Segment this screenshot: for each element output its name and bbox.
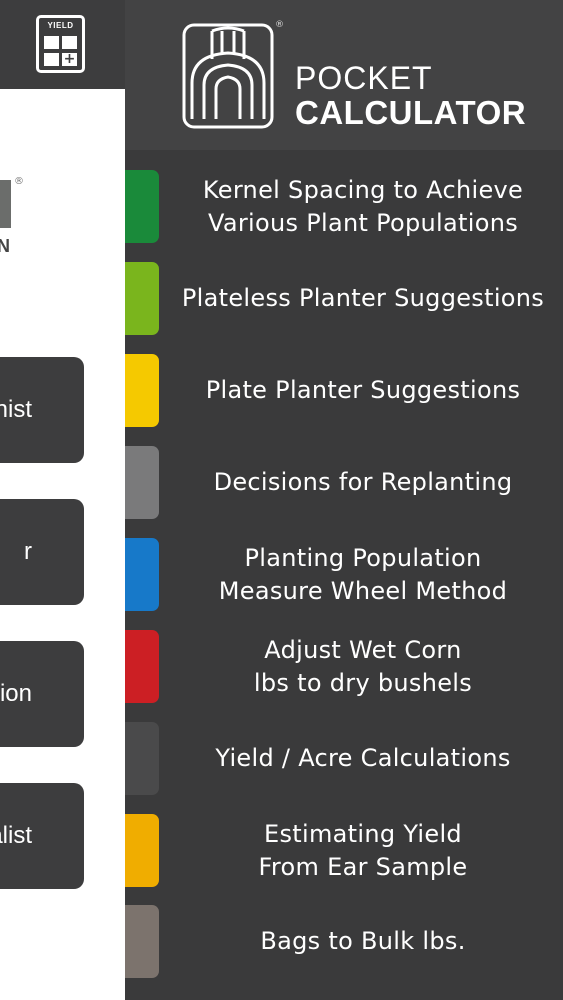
- menu-item[interactable]: Decisions for Replanting: [125, 446, 563, 519]
- menu-item-label: Plate Planter Suggestions: [181, 354, 545, 427]
- menu-item-label-line: Planting Population: [244, 543, 482, 572]
- menu-item[interactable]: Plateless Planter Suggestions: [125, 262, 563, 335]
- plus-icon: +: [63, 51, 76, 67]
- menu-item-label-line: lbs to dry bushels: [253, 668, 473, 697]
- contact-button-label: r: [24, 538, 32, 565]
- contact-button-4[interactable]: ialist: [0, 783, 84, 889]
- menu-item[interactable]: Bags to Bulk lbs.: [125, 905, 563, 978]
- menu-item-label: Adjust Wet Corn lbs to dry bushels: [181, 630, 545, 703]
- pocket-calculator-logo-icon: [182, 23, 274, 129]
- menu-item-label-line: Plate Planter Suggestions: [205, 376, 521, 404]
- menu-item[interactable]: Planting Population Measure Wheel Method: [125, 538, 563, 611]
- menu-color-tab: [125, 538, 159, 611]
- menu-item-label-line: Decisions for Replanting: [213, 468, 513, 496]
- contact-button-label: gion: [0, 680, 32, 707]
- menu-item-label-line: From Ear Sample: [258, 852, 468, 881]
- contact-button-1[interactable]: nist: [0, 357, 84, 463]
- registered-mark: ®: [14, 176, 24, 187]
- menu-item[interactable]: Kernel Spacing to Achieve Various Plant P…: [125, 170, 563, 243]
- app-title-line1: POCKET: [295, 60, 433, 96]
- drawer-header: ® POCKET CALCULATOR: [125, 0, 563, 150]
- menu-item-label-line: Kernel Spacing to Achieve: [202, 175, 524, 204]
- menu-item-label-line: Bags to Bulk lbs.: [260, 927, 466, 955]
- menu-color-tab: [125, 630, 159, 703]
- menu-item[interactable]: Plate Planter Suggestions: [125, 354, 563, 427]
- menu-item[interactable]: Estimating Yield From Ear Sample: [125, 814, 563, 887]
- menu-item-label: Decisions for Replanting: [181, 446, 545, 519]
- menu-color-tab: [125, 722, 159, 795]
- yield-icon-label: YIELD: [47, 21, 74, 30]
- menu-item-label-line: Adjust Wet Corn: [264, 635, 462, 664]
- menu-item-label: Yield / Acre Calculations: [181, 722, 545, 795]
- menu-item-label-line: Yield / Acre Calculations: [215, 744, 511, 772]
- main-panel: YIELD + ® N nist r gion ialist: [0, 0, 125, 1000]
- menu-item-label-line: Estimating Yield: [264, 819, 462, 848]
- menu-item-label: Bags to Bulk lbs.: [181, 905, 545, 978]
- menu-item-label-line: Plateless Planter Suggestions: [181, 284, 545, 312]
- menu-color-tab: [125, 262, 159, 335]
- registered-mark: ®: [275, 20, 284, 30]
- contact-button-label: nist: [0, 396, 32, 423]
- menu-item[interactable]: Adjust Wet Corn lbs to dry bushels: [125, 630, 563, 703]
- menu-item-label-line: Various Plant Populations: [207, 208, 519, 237]
- menu-item-label-line: Measure Wheel Method: [218, 576, 508, 605]
- contact-button-label: ialist: [0, 822, 32, 849]
- menu-item-label: Kernel Spacing to Achieve Various Plant P…: [181, 170, 545, 243]
- menu-item-label: Planting Population Measure Wheel Method: [181, 538, 545, 611]
- menu-color-tab: [125, 814, 159, 887]
- menu-color-tab: [125, 446, 159, 519]
- brand-logo-text: N: [0, 236, 10, 256]
- app-title-line2: CALCULATOR: [295, 94, 527, 131]
- pocket-calculator-drawer: ® POCKET CALCULATOR Kernel Spacing to Ac…: [125, 0, 563, 1000]
- menu-color-tab: [125, 170, 159, 243]
- menu-item-label: Plateless Planter Suggestions: [181, 262, 545, 335]
- menu-item[interactable]: Yield / Acre Calculations: [125, 722, 563, 795]
- menu-color-tab: [125, 905, 159, 978]
- menu-item-label: Estimating Yield From Ear Sample: [181, 814, 545, 887]
- main-header: YIELD +: [0, 0, 125, 89]
- contact-button-3[interactable]: gion: [0, 641, 84, 747]
- menu-color-tab: [125, 354, 159, 427]
- brand-logo-mark: [0, 180, 11, 228]
- contact-button-2[interactable]: r: [0, 499, 84, 605]
- yield-calculator-icon[interactable]: YIELD +: [36, 15, 85, 73]
